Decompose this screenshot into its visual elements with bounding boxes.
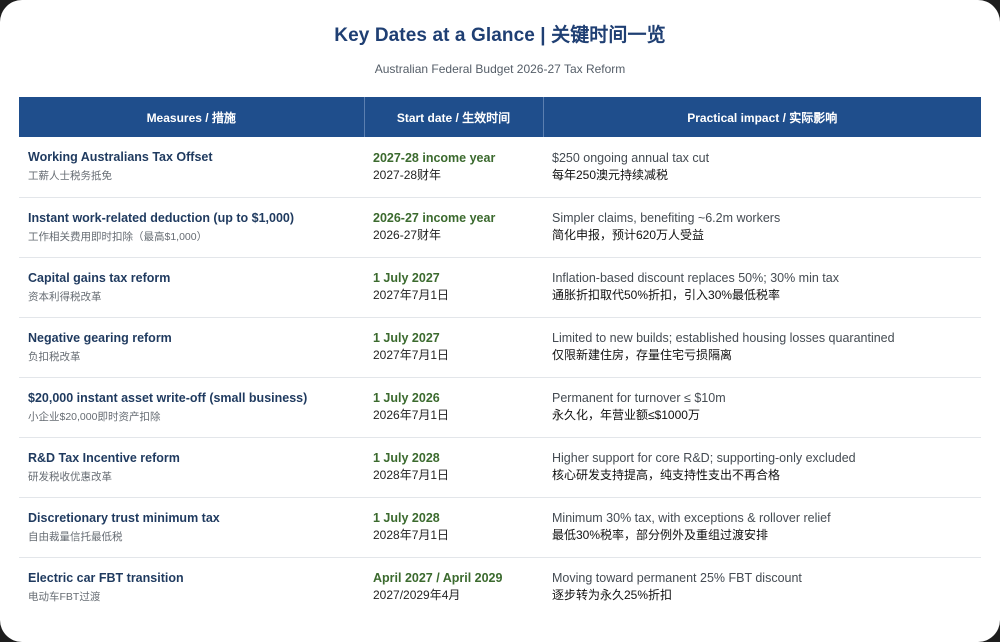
measure-cell: Electric car FBT transition 电动车FBT过渡 — [19, 557, 364, 617]
start-date: 1 July 2027 — [373, 331, 440, 345]
impact-text: Simpler claims, benefiting ~6.2m workers — [552, 211, 781, 225]
measure-cell: Capital gains tax reform 资本利得税改革 — [19, 257, 364, 318]
impact-cell: Simpler claims, benefiting ~6.2m workers… — [543, 197, 981, 258]
impact-text: Limited to new builds; established housi… — [552, 331, 895, 345]
measure-cell: Discretionary trust minimum tax 自由裁量信托最低税 — [19, 497, 364, 558]
impact-cell: Moving toward permanent 25% FBT discount… — [543, 557, 981, 617]
impact-cell: Limited to new builds; established housi… — [543, 317, 981, 378]
start-date-zh: 2028年7月1日 — [373, 468, 450, 482]
impact-text: Moving toward permanent 25% FBT discount — [552, 571, 802, 586]
impact-text: Permanent for turnover ≤ $10m — [552, 391, 726, 405]
start-date-cell: 1 July 2028 2028年7月1日 — [364, 437, 543, 498]
measure-cell: Instant work-related deduction (up to $1… — [19, 197, 364, 258]
summary-card: Key Dates at a Glance | 关键时间一览 Australia… — [0, 0, 1000, 642]
start-date-zh: 2027年7月1日 — [373, 348, 450, 362]
measure-name-zh: 电动车FBT过渡 — [28, 590, 101, 603]
impact-text-zh: 仅限新建住房，存量住宅亏损隔离 — [552, 348, 733, 362]
impact-text: $250 ongoing annual tax cut — [552, 150, 710, 165]
measure-name: Capital gains tax reform — [28, 270, 171, 285]
impact-text-zh: 最低30%税率，部分例外及重组过渡安排 — [552, 528, 769, 542]
table-row: Electric car FBT transition 电动车FBT过渡 April… — [19, 557, 981, 617]
impact-text-zh: 简化申报，预计620万人受益 — [552, 228, 705, 242]
measure-name-zh: 小企业$20,000即时资产扣除 — [28, 410, 161, 423]
table-row: Working Australians Tax Offset 工薪人士税务抵免 20… — [19, 137, 981, 198]
impact-cell: $250 ongoing annual tax cut 每年250澳元持续减税 — [543, 137, 981, 198]
start-date-zh: 2026-27财年 — [373, 228, 442, 242]
impact-text-zh: 永久化，年营业额≤$1000万 — [552, 408, 700, 422]
start-date-zh: 2027-28财年 — [373, 167, 442, 182]
impact-cell: Minimum 30% tax, with exceptions & rollo… — [543, 497, 981, 558]
column-header-practical-impact: Practical impact / 实际影响 — [543, 97, 981, 137]
measure-name-zh: 工作相关费用即时扣除（最高$1,000） — [28, 230, 208, 243]
measure-name: R&D Tax Incentive reform — [28, 450, 180, 465]
measure-name: Electric car FBT transition — [28, 570, 184, 585]
table-row: Negative gearing reform 负扣税改革 1 July 2027 2… — [19, 317, 981, 378]
table-row: Discretionary trust minimum tax 自由裁量信托最低税… — [19, 497, 981, 558]
impact-text: Inflation-based discount replaces 50%; 3… — [552, 271, 839, 285]
table-row: R&D Tax Incentive reform 研发税收优惠改革 1 July 2… — [19, 437, 981, 498]
start-date-zh: 2028年7月1日 — [373, 528, 450, 542]
impact-cell: Permanent for turnover ≤ $10m 永久化，年营业额≤$1… — [543, 377, 981, 438]
start-date-zh: 2027年7月1日 — [373, 288, 450, 302]
table-row: Capital gains tax reform 资本利得税改革 1 July 20… — [19, 257, 981, 318]
start-date: 2027-28 income year — [373, 150, 496, 165]
start-date: 2026-27 income year — [373, 211, 496, 225]
measure-name: Negative gearing reform — [28, 330, 172, 345]
impact-text-zh: 每年250澳元持续减税 — [552, 167, 669, 182]
start-date: April 2027 / April 2029 — [373, 571, 503, 586]
table-row: $20,000 instant asset write-off (small b… — [19, 377, 981, 438]
start-date-zh: 2027/2029年4月 — [373, 588, 461, 603]
measure-cell: Working Australians Tax Offset 工薪人士税务抵免 — [19, 137, 364, 198]
start-date-cell: 1 July 2027 2027年7月1日 — [364, 257, 543, 318]
start-date-cell: 1 July 2026 2026年7月1日 — [364, 377, 543, 438]
start-date-cell: 1 July 2028 2028年7月1日 — [364, 497, 543, 558]
start-date: 1 July 2026 — [373, 391, 440, 405]
measure-name: Discretionary trust minimum tax — [28, 510, 220, 525]
measure-cell: $20,000 instant asset write-off (small b… — [19, 377, 364, 438]
measure-cell: R&D Tax Incentive reform 研发税收优惠改革 — [19, 437, 364, 498]
impact-text-zh: 核心研发支持提高，纯支持性支出不再合格 — [552, 468, 781, 482]
impact-cell: Higher support for core R&D; supporting-… — [543, 437, 981, 498]
start-date-cell: 1 July 2027 2027年7月1日 — [364, 317, 543, 378]
table-row: Instant work-related deduction (up to $1… — [19, 197, 981, 258]
impact-text: Higher support for core R&D; supporting-… — [552, 451, 856, 465]
start-date: 1 July 2028 — [373, 451, 440, 465]
key-dates-table: Measures / 措施 Start date / 生效时间 Practica… — [19, 97, 981, 617]
impact-cell: Inflation-based discount replaces 50%; 3… — [543, 257, 981, 318]
measure-name-zh: 研发税收优惠改革 — [28, 470, 112, 483]
measure-cell: Negative gearing reform 负扣税改革 — [19, 317, 364, 378]
measure-name-zh: 自由裁量信托最低税 — [28, 530, 123, 543]
measure-name-zh: 工薪人士税务抵免 — [28, 170, 112, 183]
impact-text-zh: 逐步转为永久25%折扣 — [552, 588, 673, 603]
start-date-cell: April 2027 / April 2029 2027/2029年4月 — [364, 557, 543, 617]
start-date: 1 July 2028 — [373, 511, 440, 525]
measure-name: Working Australians Tax Offset — [28, 150, 213, 165]
start-date-zh: 2026年7月1日 — [373, 408, 450, 422]
start-date: 1 July 2027 — [373, 271, 440, 285]
measure-name-zh: 资本利得税改革 — [28, 290, 102, 303]
start-date-cell: 2027-28 income year 2027-28财年 — [364, 137, 543, 198]
measure-name: Instant work-related deduction (up to $1… — [28, 210, 295, 225]
impact-text-zh: 通胀折扣取代50%折扣，引入30%最低税率 — [552, 288, 781, 302]
start-date-cell: 2026-27 income year 2026-27财年 — [364, 197, 543, 258]
column-header-start-date: Start date / 生效时间 — [364, 97, 544, 137]
table-header-row: Measures / 措施 Start date / 生效时间 Practica… — [19, 97, 981, 137]
impact-text: Minimum 30% tax, with exceptions & rollo… — [552, 511, 831, 525]
column-header-measures: Measures / 措施 — [19, 97, 365, 137]
page-subtitle: Australian Federal Budget 2026-27 Tax Re… — [374, 62, 626, 76]
measure-name: $20,000 instant asset write-off (small b… — [28, 390, 308, 405]
page-title: Key Dates at a Glance | 关键时间一览 — [334, 25, 666, 46]
measure-name-zh: 负扣税改革 — [28, 350, 81, 363]
